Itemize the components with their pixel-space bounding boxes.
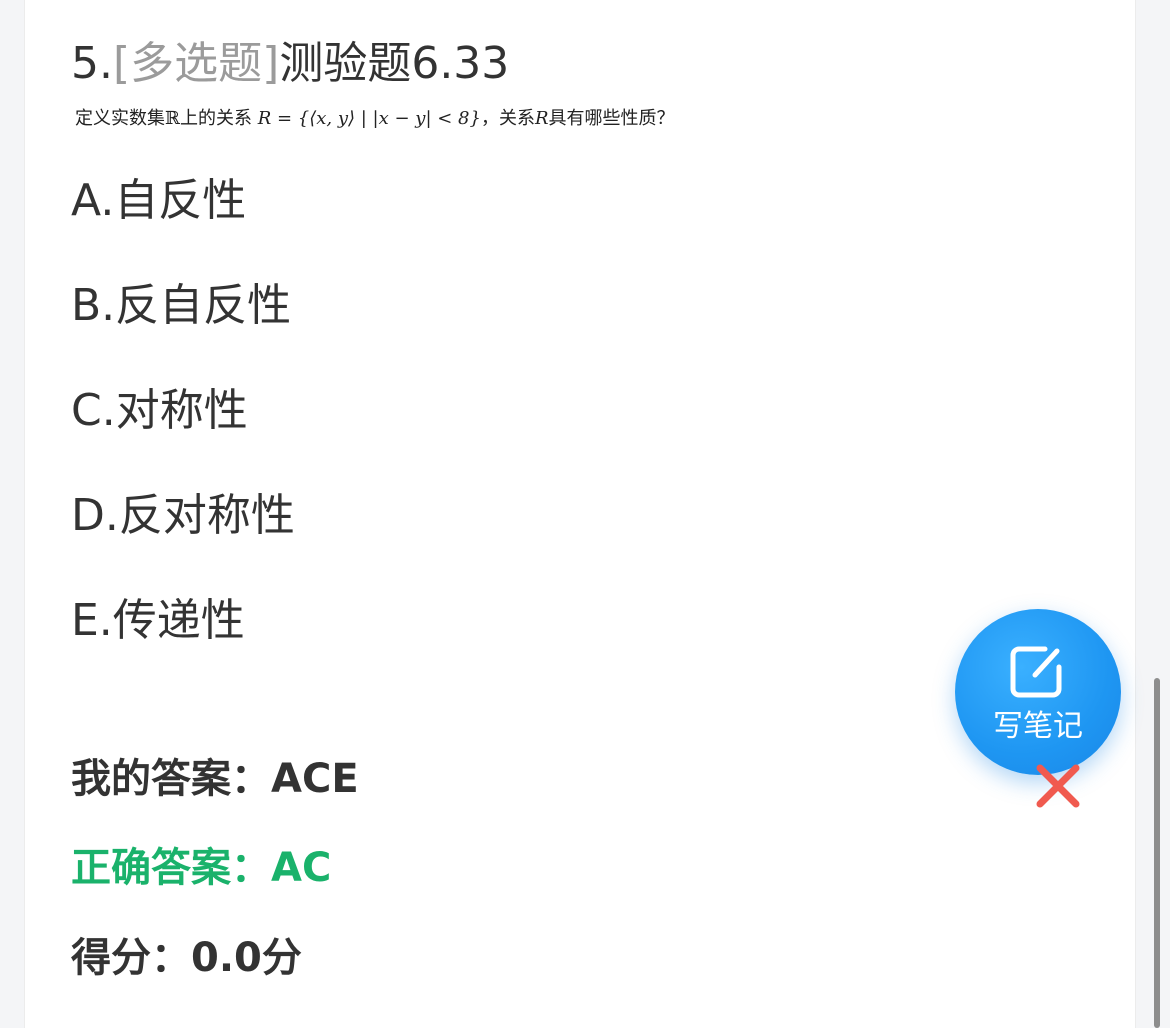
question-card: 5.[多选题]测验题6.33 定义实数集ℝ上的关系 R = {⟨x, y⟩ | … [24, 0, 1136, 1028]
correct-answer: 正确答案：AC [71, 841, 331, 895]
stem-text-3: 具有哪些性质？ [548, 108, 675, 129]
option-d[interactable]: D.反对称性 [71, 488, 295, 544]
edit-note-icon [1010, 646, 1062, 698]
option-text: 自反性 [114, 175, 247, 226]
write-note-label: 写笔记 [993, 709, 1083, 744]
score: 得分：0.0分 [71, 931, 302, 985]
option-letter: E. [71, 595, 113, 646]
option-a[interactable]: A.自反性 [71, 173, 246, 229]
write-note-button[interactable]: 写笔记 [955, 609, 1121, 775]
close-icon[interactable] [1032, 760, 1084, 812]
scrollbar[interactable] [1154, 678, 1160, 1028]
my-answer-value: ACE [271, 756, 359, 802]
option-e[interactable]: E.传递性 [71, 593, 245, 649]
option-letter: A. [71, 175, 115, 226]
correct-answer-label: 正确答案： [71, 845, 271, 891]
option-text: 传递性 [112, 595, 245, 646]
question-number: 5. [71, 38, 113, 89]
my-answer-label: 我的答案： [71, 756, 271, 802]
option-text: 对称性 [115, 385, 248, 436]
question-header: 5.[多选题]测验题6.33 [71, 34, 509, 94]
stem-variable: R [534, 108, 549, 129]
stem-text-2: ，关系 [480, 108, 535, 129]
stem-text-1: 定义实数集ℝ上的关系 [75, 108, 252, 129]
option-c[interactable]: C.对称性 [71, 383, 248, 439]
correct-answer-value: AC [271, 845, 332, 891]
option-letter: B. [71, 280, 116, 331]
score-label: 得分： [71, 935, 191, 981]
option-text: 反自反性 [115, 280, 292, 331]
my-answer: 我的答案：ACE [71, 752, 359, 806]
score-value: 0.0分 [191, 935, 302, 981]
option-b[interactable]: B.反自反性 [71, 278, 291, 334]
question-title: 测验题6.33 [279, 38, 510, 89]
stem-formula: R = {⟨x, y⟩ | |x − y| < 8} [257, 108, 481, 129]
option-text: 反对称性 [118, 490, 295, 541]
question-stem: 定义实数集ℝ上的关系 R = {⟨x, y⟩ | |x − y| < 8}，关系… [75, 104, 675, 134]
option-letter: D. [71, 490, 119, 541]
option-letter: C. [71, 385, 116, 436]
question-type: [多选题] [112, 38, 280, 89]
